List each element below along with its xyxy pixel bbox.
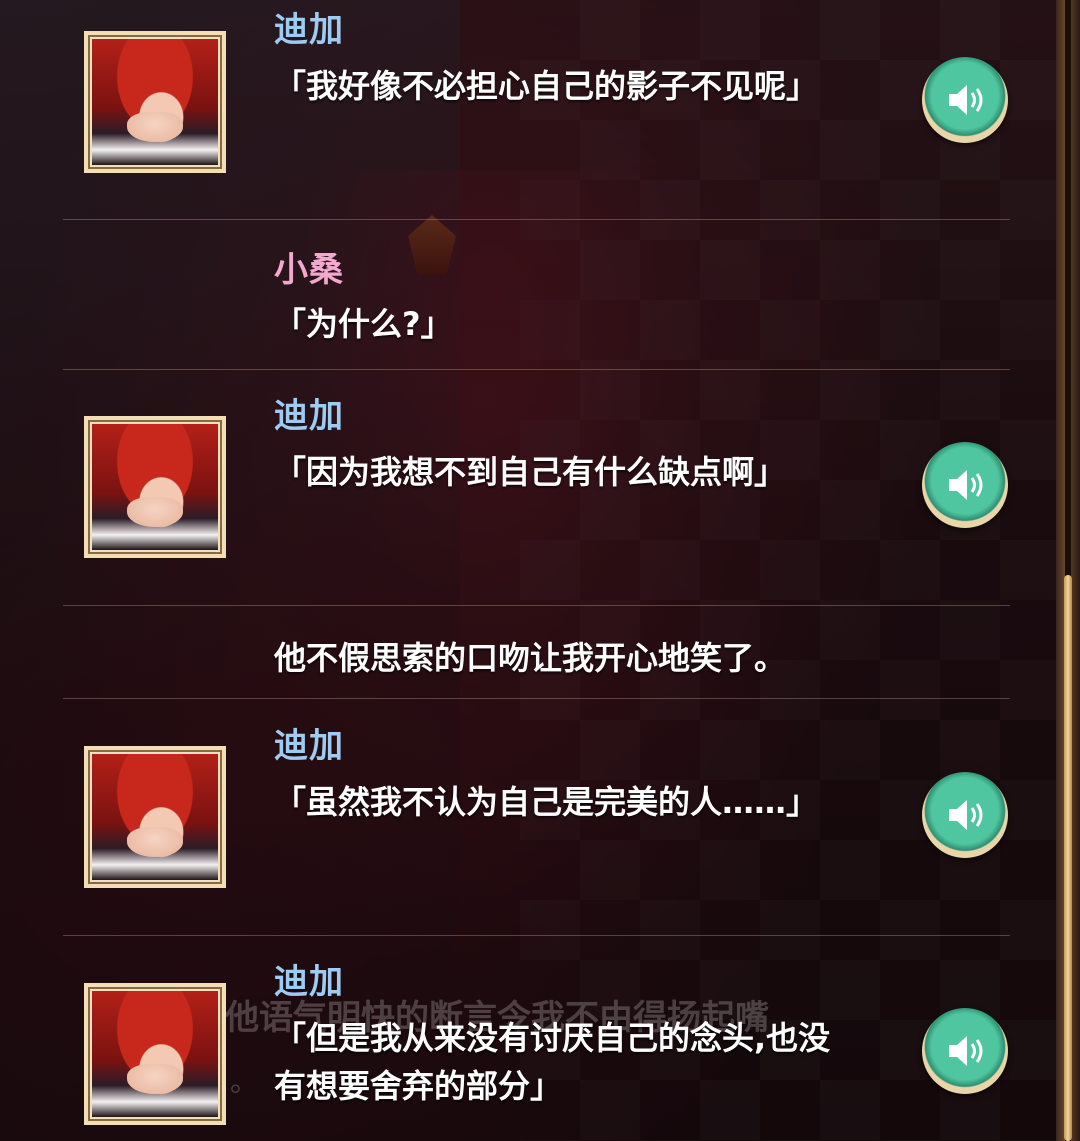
avatar	[84, 31, 226, 173]
entry-divider	[63, 219, 1010, 220]
speaker-name: 迪加	[274, 10, 344, 50]
character-portrait	[92, 39, 218, 165]
voice-replay-button[interactable]	[922, 57, 1008, 143]
avatar	[84, 983, 226, 1125]
speaker-icon	[949, 1036, 983, 1066]
dialogue-line: 「但是我从来没有讨厌自己的念头,也没 有想要舍弃的部分」	[274, 1019, 831, 1105]
entry-divider	[63, 605, 1010, 606]
entry-divider	[63, 698, 1010, 699]
backlog-list: 迪加 「我好像不必担心自己的影子不见呢」 小桑 「为什么?」 迪加 「因为我想不…	[0, 0, 1080, 1141]
speaker-icon	[949, 470, 983, 500]
speaker-icon	[949, 85, 983, 115]
character-portrait	[92, 754, 218, 880]
dialogue-line: 「因为我想不到自己有什么缺点啊」	[274, 453, 787, 491]
avatar	[84, 746, 226, 888]
character-portrait	[92, 424, 218, 550]
dialogue-line: 「为什么?」	[274, 305, 453, 343]
speaker-name: 迪加	[274, 962, 344, 1002]
character-portrait	[92, 991, 218, 1117]
avatar	[84, 416, 226, 558]
voice-replay-button[interactable]	[922, 442, 1008, 528]
dialogue-line: 「我好像不必担心自己的影子不见呢」	[274, 67, 819, 105]
voice-replay-button[interactable]	[922, 772, 1008, 858]
speaker-name: 迪加	[274, 396, 344, 436]
dialogue-line: 「虽然我不认为自己是完美的人……」	[274, 783, 819, 821]
entry-divider	[63, 935, 1010, 936]
entry-divider	[63, 369, 1010, 370]
speaker-icon	[949, 800, 983, 830]
narration-line: 他不假思索的口吻让我开心地笑了。	[274, 639, 787, 677]
speaker-name: 迪加	[274, 726, 344, 766]
voice-replay-button[interactable]	[922, 1008, 1008, 1094]
speaker-name: 小桑	[274, 250, 344, 290]
